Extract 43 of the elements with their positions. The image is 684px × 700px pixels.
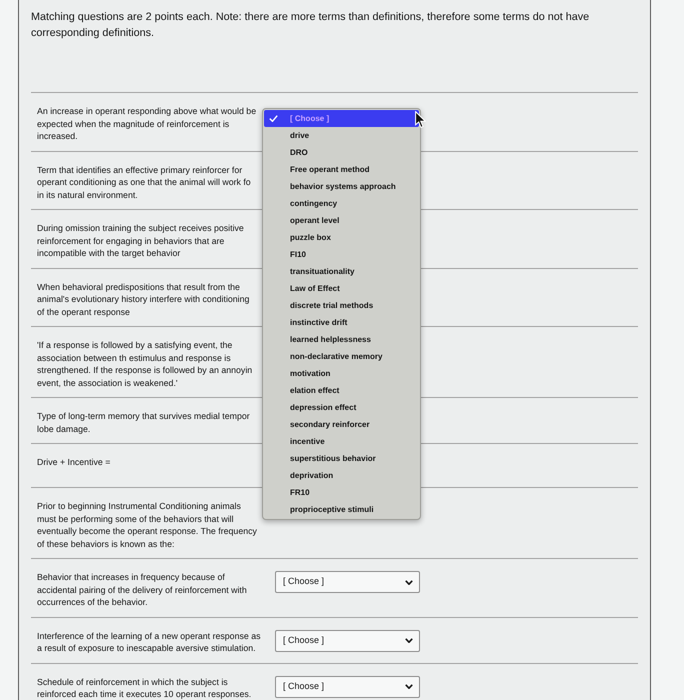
dropdown-option[interactable]: contingency: [264, 195, 419, 212]
mouse-pointer-icon: [415, 111, 426, 128]
dropdown-option[interactable]: puzzle box: [264, 229, 419, 246]
dropdown-option[interactable]: proprioceptive stimuli: [264, 501, 419, 518]
choose-select[interactable]: [ Choose ]: [275, 571, 420, 593]
question-text: Term that identifies an effective primary reinforcer for operant conditioning as one that the animal will work fo in its natural environment.: [37, 164, 252, 201]
choose-select[interactable]: [ Choose ]: [275, 676, 420, 698]
question-text: Drive + Incentive =: [37, 456, 112, 469]
dropdown-option[interactable]: discrete trial methods: [264, 297, 419, 314]
dropdown-option[interactable]: drive: [264, 127, 419, 144]
question-text: Prior to beginning Instrumental Conditioning animals must be performing some of the behaviors that will eventually become the operant response. The frequency of these behaviors is known as the:: [37, 500, 258, 550]
dropdown-option[interactable]: superstitious behavior: [264, 450, 419, 467]
chevron-down-icon: [405, 638, 413, 643]
dropdown-option[interactable]: Free operant method: [264, 161, 419, 178]
chevron-down-icon: [405, 684, 413, 689]
dropdown-option[interactable]: elation effect: [264, 382, 419, 399]
dropdown-option[interactable]: Law of Effect: [264, 280, 419, 297]
dropdown-option[interactable]: non-declarative memory: [264, 348, 419, 365]
dropdown-option[interactable]: instinctive drift: [264, 314, 419, 331]
chevron-down-icon: [405, 580, 413, 584]
question-text: Type of long-term memory that survives medial tempor lobe damage.: [37, 410, 251, 435]
dropdown-option[interactable]: FR10: [264, 484, 419, 501]
question-text: 'If a response is followed by a satisfying event, the association between th estimulus and response is strengthened. If the response is followed by an annoyin event, the association is weakened.': [37, 339, 254, 389]
instructions-text: Matching questions are 2 points each. Note: there are more terms than definitions, therefore some terms do not have corresponding definitions.: [31, 10, 590, 41]
dropdown-option[interactable]: incentive: [264, 433, 419, 450]
dropdown-option[interactable]: operant level: [264, 212, 419, 229]
question-text: An increase in operant responding above what would be expected when the magnitude of reinforcement is increased.: [37, 105, 258, 142]
dropdown-option[interactable]: secondary reinforcer: [264, 416, 419, 433]
dropdown-option[interactable]: depression effect: [264, 399, 419, 416]
question-text: Behavior that increases in frequency because of accidental pairing of the delivery of reinforcement with occurrences of the behavior.: [37, 571, 248, 608]
dropdown-option[interactable]: FI10: [264, 246, 419, 263]
dropdown-option[interactable]: motivation: [264, 365, 419, 382]
dropdown-option[interactable]: transituationality: [264, 263, 419, 280]
question-text: Schedule of reinforcement in which the subject is reinforced each time it executes 10 operant responses.: [37, 676, 252, 700]
question-text: During omission training the subject receives positive reinforcement for engaging in behaviors that are incompatible with the target behavior: [37, 222, 245, 260]
dropdown-option[interactable]: DRO: [264, 144, 419, 161]
dropdown-option[interactable]: behavior systems approach: [264, 178, 419, 195]
dropdown-option[interactable]: deprivation: [264, 467, 419, 484]
check-icon: [269, 115, 278, 122]
question-text: Interference of the learning of a new operant response as a result of exposure to inescapable aversive stimulation.: [37, 630, 261, 654]
choose-select[interactable]: [ Choose ]: [275, 630, 420, 652]
question-text: When behavioral predispositions that result from the animal's evolutionary history interfere with conditioning of the operant response: [37, 280, 250, 318]
dropdown-option[interactable]: learned helplessness: [264, 331, 419, 348]
